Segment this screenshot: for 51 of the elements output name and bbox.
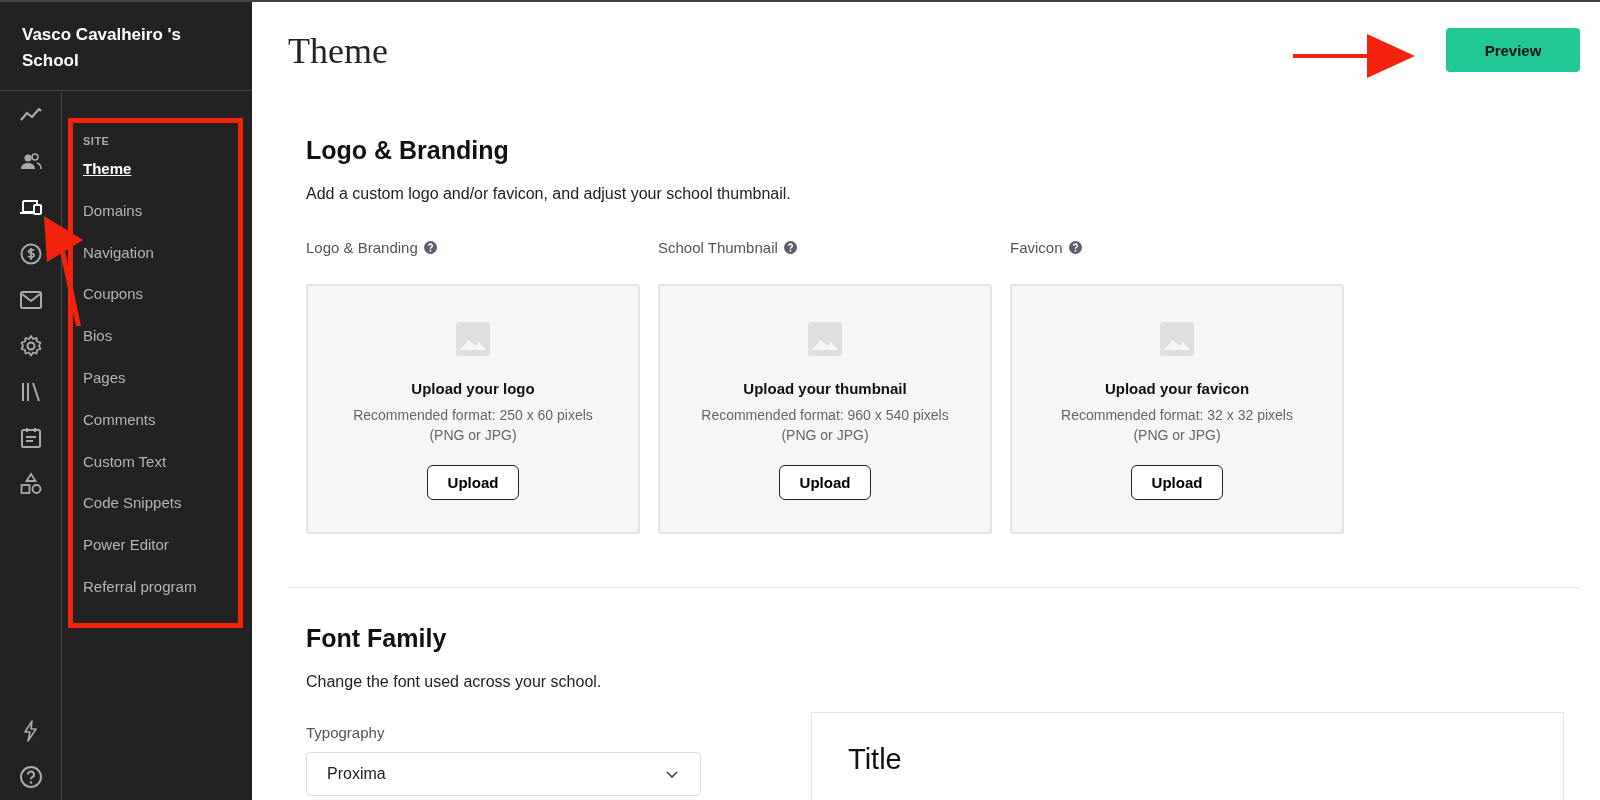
- help-icon[interactable]: [18, 765, 43, 789]
- submenu-item[interactable]: Referral program: [83, 576, 197, 597]
- submenu-item[interactable]: Code Snippets: [83, 493, 182, 514]
- section-heading: Font Family: [306, 624, 447, 653]
- format-hint: Recommended format: 32 x 32 pixels: [1061, 407, 1293, 423]
- submenu-item[interactable]: Pages: [83, 368, 126, 388]
- upload-button[interactable]: Upload: [427, 465, 519, 500]
- section-description: Change the font used across your school.: [306, 673, 602, 691]
- image-icon: [1160, 322, 1194, 356]
- preview-title: Title: [848, 743, 902, 775]
- upload-dropzone[interactable]: Upload your favicon Recommended format: 32 x 32 pixels (PNG or JPG) Upload: [1010, 284, 1344, 534]
- submenu-item[interactable]: Theme: [83, 159, 132, 179]
- upload-button[interactable]: Upload: [779, 465, 871, 500]
- upload-dropzone[interactable]: Upload your thumbnail Recommended format: 960 x 540 pixels (PNG or JPG) Upload: [658, 284, 992, 534]
- submenu-item[interactable]: Domains: [83, 200, 143, 221]
- section-heading: Logo & Branding: [306, 136, 509, 165]
- submenu-item[interactable]: Coupons: [83, 284, 144, 305]
- submenu-item[interactable]: Power Editor: [83, 535, 169, 556]
- upload-dropzone[interactable]: Upload your logo Recommended format: 250 x 60 pixels (PNG or JPG) Upload: [306, 284, 640, 534]
- file-types: (PNG or JPG): [781, 427, 869, 443]
- typography-dropdown[interactable]: Proxima: [306, 752, 701, 796]
- section-heading: SITE: [83, 135, 110, 147]
- file-types: (PNG or JPG): [429, 427, 517, 443]
- file-types: (PNG or JPG): [1133, 427, 1221, 443]
- help-icon[interactable]: [423, 241, 437, 254]
- preview-button[interactable]: Preview: [1446, 28, 1580, 72]
- image-icon: [456, 322, 490, 356]
- settings-icon[interactable]: [18, 334, 43, 358]
- shapes-icon[interactable]: [18, 472, 43, 496]
- dollar-icon[interactable]: [18, 242, 43, 266]
- submenu-item[interactable]: Navigation: [83, 242, 154, 263]
- format-hint: Recommended format: 250 x 60 pixels: [353, 407, 593, 423]
- field-label: Favicon: [1010, 239, 1063, 256]
- format-hint: Recommended format: 960 x 540 pixels: [701, 407, 949, 423]
- field-label: Typography: [306, 724, 385, 741]
- upload-title: Upload your thumbnail: [743, 380, 907, 397]
- upload-button[interactable]: Upload: [1131, 465, 1223, 500]
- submenu-item[interactable]: Comments: [83, 409, 156, 430]
- field-label: School Thumbnail: [658, 239, 778, 256]
- submenu-item[interactable]: Custom Text: [83, 451, 167, 472]
- help-icon[interactable]: [1068, 241, 1082, 254]
- mail-icon[interactable]: [18, 288, 43, 312]
- help-icon[interactable]: [783, 241, 797, 254]
- field-label: Logo & Branding: [306, 239, 418, 256]
- submenu-item[interactable]: Bios: [83, 326, 113, 347]
- section-description: Add a custom logo and/or favicon, and adjust your school thumbnail.: [306, 185, 791, 203]
- calendar-icon[interactable]: [18, 426, 43, 450]
- image-icon: [808, 322, 842, 356]
- upload-title: Upload your favicon: [1104, 380, 1250, 397]
- page-title: Theme: [288, 30, 388, 72]
- upload-title: Upload your logo: [411, 380, 535, 397]
